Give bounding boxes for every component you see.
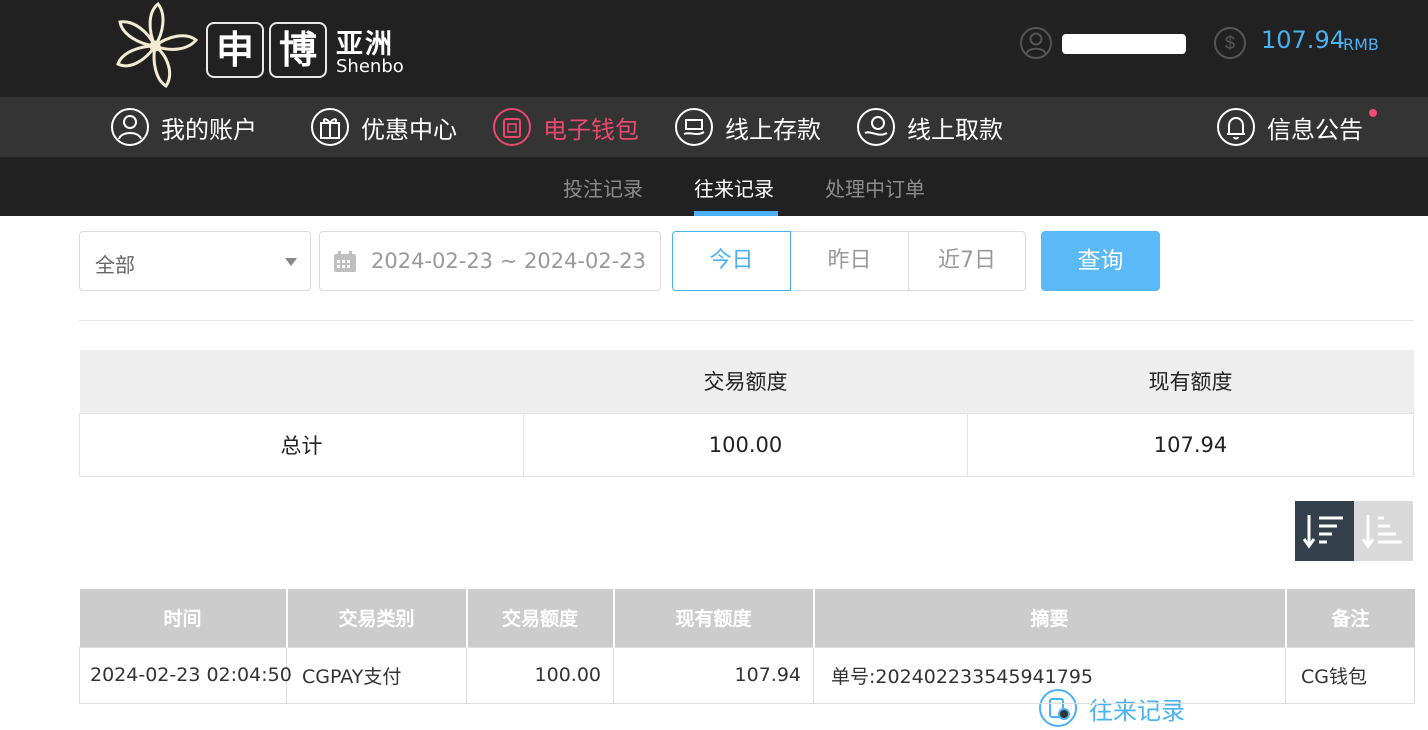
summary-total-amount: 100.00 — [523, 412, 968, 477]
nav-label: 我的账户 — [161, 115, 257, 144]
deposit-icon — [675, 108, 713, 146]
notification-dot — [1369, 109, 1377, 117]
col-header-time[interactable]: 时间 — [79, 589, 288, 647]
calendar-icon — [334, 251, 356, 272]
nav-announcements[interactable]: 信息公告 — [1216, 105, 1377, 149]
logo-char-shen: 申 — [206, 22, 264, 78]
nav-my-account[interactable]: 我的账户 — [110, 105, 257, 149]
date-range-picker[interactable]: 2024-02-23 ~ 2024-02-23 — [319, 231, 661, 291]
last-7-days-button[interactable]: 近7日 — [908, 231, 1026, 291]
summary-header-row: 交易额度 现有额度 — [79, 350, 1414, 413]
user-avatar-icon[interactable] — [1020, 27, 1052, 59]
query-button[interactable]: 查询 — [1041, 231, 1160, 291]
type-select-value: 全部 — [95, 253, 135, 277]
top-header: 申 博 亚洲 Shenbo $ 107.94 RMB — [0, 0, 1428, 97]
summary-header-balance: 现有额度 — [967, 350, 1414, 413]
cell-type: CGPAY支付 — [286, 646, 467, 704]
yesterday-button[interactable]: 昨日 — [790, 231, 909, 291]
logo-en-text: Shenbo — [336, 56, 404, 77]
sort-descending-icon — [1303, 515, 1343, 549]
cell-balance: 107.94 — [613, 646, 814, 704]
date-range-value: 2024-02-23 ~ 2024-02-23 — [371, 249, 647, 273]
withdraw-icon — [857, 108, 895, 146]
user-icon — [111, 108, 149, 146]
col-header-balance[interactable]: 现有额度 — [613, 589, 815, 647]
coin-icon: $ — [1214, 27, 1246, 59]
summary-total-label: 总计 — [79, 412, 524, 477]
subtab-transaction-records[interactable]: 往来记录 — [694, 173, 774, 202]
col-header-type[interactable]: 交易类别 — [286, 589, 468, 647]
bell-icon — [1217, 108, 1255, 146]
sort-ascending-button[interactable] — [1354, 501, 1413, 561]
today-button[interactable]: 今日 — [672, 231, 791, 291]
summary-header-amount: 交易额度 — [523, 350, 968, 413]
active-tab-underline — [694, 211, 778, 216]
chevron-down-icon — [285, 258, 297, 266]
svg-text:$: $ — [1225, 33, 1235, 53]
nav-label: 线上存款 — [725, 115, 821, 144]
main-nav: 我的账户 优惠中心 电子钱包 线上存款 线上取款 往来记录 信息公告 — [0, 97, 1428, 727]
summary-table: 交易额度 现有额度 总计 100.00 107.94 — [79, 350, 1414, 477]
subtab-bet-records[interactable]: 投注记录 — [563, 173, 643, 202]
subtab-pending-orders[interactable]: 处理中订单 — [825, 173, 925, 202]
type-select[interactable]: 全部 — [79, 231, 311, 291]
summary-total-balance: 107.94 — [967, 412, 1414, 477]
records-table: 时间 交易类别 交易额度 现有额度 摘要 备注 2024-02-23 02:04… — [79, 589, 1415, 704]
sub-nav: 投注记录 往来记录 处理中订单 — [0, 157, 1428, 216]
sort-descending-button[interactable] — [1295, 501, 1354, 561]
records-header-row: 时间 交易类别 交易额度 现有额度 摘要 备注 — [79, 589, 1415, 647]
user-info: $ 107.94 RMB — [1016, 22, 1416, 62]
nav-label: 线上取款 — [907, 115, 1003, 144]
col-header-amount[interactable]: 交易额度 — [466, 589, 615, 647]
nav-online-withdraw[interactable]: 线上取款 — [856, 105, 1003, 149]
flower-logo-icon — [116, 1, 199, 89]
divider — [79, 320, 1414, 321]
site-logo[interactable]: 申 博 亚洲 Shenbo — [108, 0, 408, 92]
col-header-summary[interactable]: 摘要 — [813, 589, 1287, 647]
summary-row: 总计 100.00 107.94 — [79, 412, 1414, 477]
nav-online-deposit[interactable]: 线上存款 — [674, 105, 821, 149]
balance-unit: RMB — [1343, 35, 1379, 54]
nav-label: 优惠中心 — [361, 115, 457, 144]
username-redacted — [1062, 34, 1186, 54]
cell-summary: 单号:20240223354594179​5 — [813, 646, 1286, 704]
sort-ascending-icon — [1362, 515, 1402, 549]
balance-amount: 107.94 — [1261, 26, 1345, 54]
col-header-note[interactable]: 备注 — [1285, 589, 1415, 647]
nav-label: 电子钱包 — [543, 115, 639, 144]
logo-char-bo: 博 — [269, 22, 327, 78]
nav-label: 信息公告 — [1267, 115, 1363, 144]
cell-time: 2024-02-23 02:04:50 — [79, 646, 292, 704]
wallet-icon — [493, 108, 531, 146]
cell-note: CG钱包 — [1285, 646, 1415, 704]
nav-promotions[interactable]: 优惠中心 — [310, 105, 457, 149]
table-row: 2024-02-23 02:04:50 CGPAY支付 100.00 107.9… — [79, 646, 1415, 704]
summary-header-blank — [79, 350, 524, 413]
gift-icon — [311, 108, 349, 146]
cell-amount: 100.00 — [466, 646, 614, 704]
nav-e-wallet[interactable]: 电子钱包 — [492, 105, 639, 149]
